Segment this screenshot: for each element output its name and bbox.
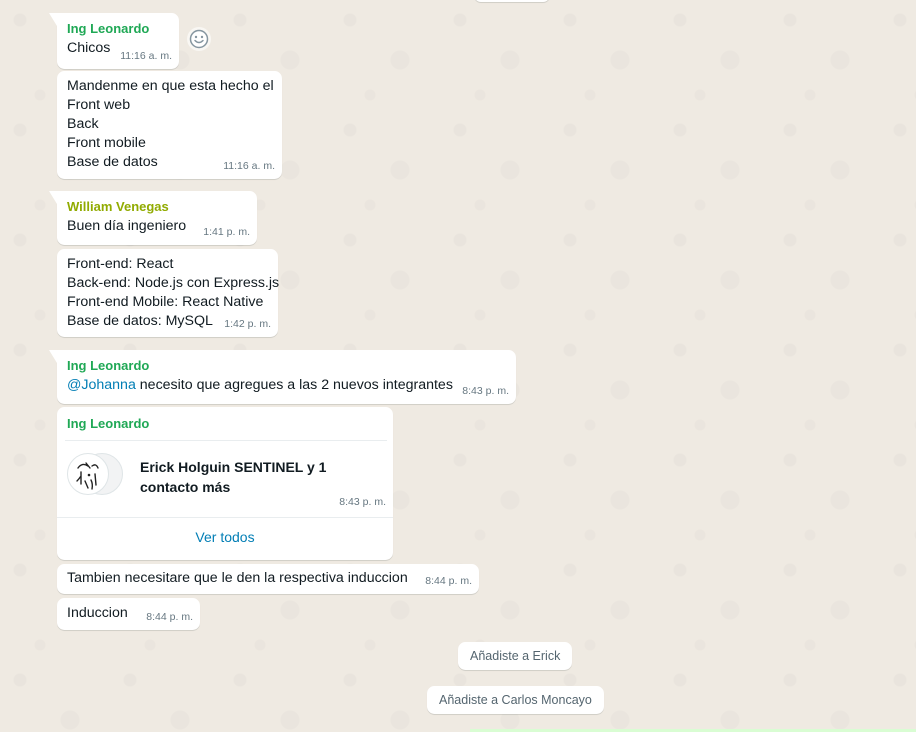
previous-message-stub (474, 0, 550, 2)
message-bubble[interactable]: Front-end: React Back-end: Node.js con E… (57, 249, 280, 337)
message-bubble[interactable]: Tambien necesitare que le den la respect… (57, 564, 479, 594)
message-time: 11:16 a. m. (120, 50, 172, 62)
message-line: Front-end Mobile: React Native (67, 294, 264, 310)
sketch-avatar-icon (67, 453, 109, 495)
emoji-smile-icon[interactable] (187, 27, 211, 51)
message-sender: William Venegas (67, 199, 169, 214)
mention-link[interactable]: @Johanna (67, 377, 136, 393)
contact-avatars (67, 453, 127, 497)
message-bubble[interactable]: Ing Leonardo Chicos 11:16 a. m. (49, 13, 179, 69)
contact-card-message[interactable]: Ing Leonardo Erick Holguin SENTINEL y 1 … (57, 407, 393, 560)
message-time: 11:16 a. m. (223, 160, 275, 172)
contact-name: Erick Holguin SENTINEL y 1 contacto más (140, 459, 327, 495)
message-line: Back-end: Node.js con Express.js (67, 275, 280, 291)
message-sender: Ing Leonardo (67, 416, 150, 431)
message-text: Tambien necesitare que le den la respect… (67, 570, 408, 586)
message-line: Mandenme en que esta hecho el (67, 78, 274, 94)
divider (57, 517, 393, 518)
message-line: Front-end: React (67, 256, 174, 272)
message-line: Front web (67, 97, 131, 113)
message-text-body: necesito que agregues a las 2 nuevos int… (135, 377, 453, 393)
message-bubble[interactable]: Induccion 8:44 p. m. (57, 598, 200, 630)
message-time: 8:44 p. m. (146, 611, 193, 623)
system-message: Añadiste a Erick (458, 642, 573, 670)
message-sender: Ing Leonardo (67, 21, 150, 36)
message-line: Back (67, 116, 99, 132)
message-sender: Ing Leonardo (67, 358, 150, 373)
message-text: @Johanna necesito que agregues a las 2 n… (67, 376, 507, 395)
message-bubble[interactable]: Ing Leonardo @Johanna necesito que agreg… (49, 350, 516, 404)
message-time: 8:44 p. m. (425, 575, 472, 587)
message-bubble[interactable]: Mandenme en que esta hecho el Front web … (57, 71, 282, 179)
see-all-button[interactable]: Ver todos (57, 529, 393, 545)
message-time: 8:43 p. m. (339, 496, 386, 508)
message-line: Front mobile (67, 135, 146, 151)
message-bubble[interactable]: William Venegas Buen día ingeniero 1:41 … (49, 191, 257, 245)
message-time: 1:41 p. m. (203, 226, 250, 238)
system-message: Añadiste a Carlos Moncayo (427, 686, 604, 714)
message-time: 8:43 p. m. (462, 385, 509, 397)
message-time: 1:42 p. m. (224, 318, 271, 330)
chat-panel: Ing Leonardo Chicos 11:16 a. m. Mandenme… (0, 0, 916, 732)
divider (65, 440, 387, 441)
